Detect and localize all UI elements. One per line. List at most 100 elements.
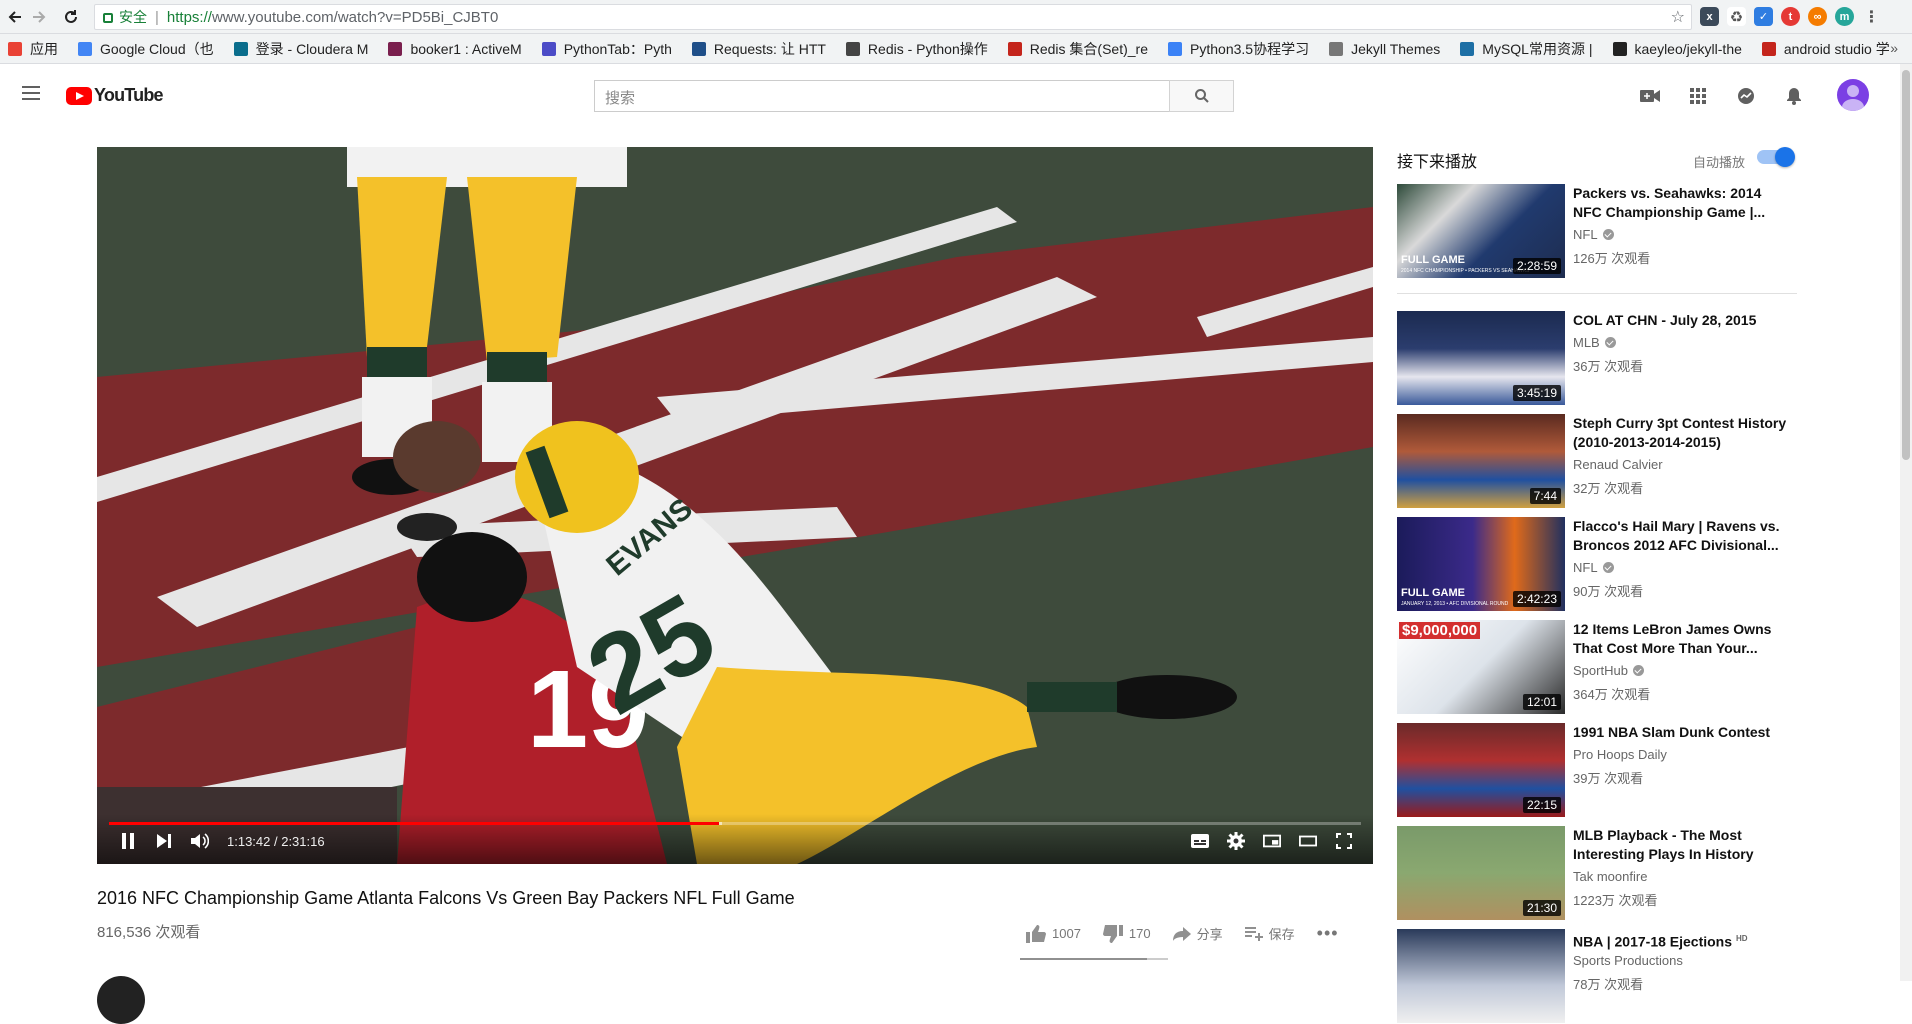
user-avatar[interactable]	[1837, 79, 1869, 111]
channel-name[interactable]: NFL	[1573, 560, 1614, 575]
channel-name[interactable]: MLB	[1573, 335, 1616, 350]
recommended-video[interactable]: FULL GAME 2014 NFC CHAMPIONSHIP • PACKERS…	[1397, 184, 1797, 278]
extension-recycle-icon[interactable]: ♻	[1727, 7, 1746, 26]
video-duration: 2:28:59	[1512, 258, 1561, 274]
notifications-bell-icon[interactable]	[1784, 86, 1804, 106]
time-current: 1:13:42	[227, 833, 271, 849]
apps-grid-icon	[8, 41, 22, 56]
recommended-video[interactable]: NBA | 2017-18 Ejections HD Sports Producti…	[1397, 929, 1797, 1023]
reload-icon[interactable]	[60, 6, 82, 28]
video-thumbnail[interactable]: FULL GAME JANUARY 12, 2013 • AFC DIVISION…	[1397, 517, 1565, 611]
bookmark-item[interactable]: Redis - Python操作	[845, 39, 988, 59]
more-actions-icon[interactable]: •••	[1317, 923, 1339, 944]
video-thumbnail[interactable]: 22:15	[1397, 723, 1565, 817]
bookmark-item[interactable]: Google Cloud（也	[78, 39, 214, 59]
progress-played	[109, 822, 719, 825]
page-scrollbar[interactable]	[1900, 64, 1912, 981]
bookmark-item[interactable]: booker1 : ActiveM	[388, 41, 522, 57]
extension-red-icon[interactable]: t	[1781, 7, 1800, 26]
forward-arrow-icon[interactable]	[28, 6, 50, 28]
channel-name[interactable]: SportHub	[1573, 663, 1644, 678]
video-thumbnail[interactable]: $9,000,000 12:01	[1397, 620, 1565, 714]
recommended-title[interactable]: Steph Curry 3pt Contest History (2010-20…	[1573, 414, 1788, 452]
view-count: 816,536 次观看	[97, 924, 201, 941]
bookmark-item[interactable]: android studio 学	[1761, 39, 1890, 59]
channel-avatar[interactable]	[97, 976, 145, 1024]
address-bar[interactable]: 安全 | https:// www.youtube.com/watch?v=PD…	[94, 4, 1692, 30]
recommended-title[interactable]: MLB Playback - The Most Interesting Play…	[1573, 826, 1788, 864]
recommended-title[interactable]: 1991 NBA Slam Dunk Contest	[1573, 723, 1788, 742]
video-thumbnail[interactable]	[1397, 929, 1565, 1023]
like-button[interactable]: 1007	[1026, 924, 1081, 943]
thumbs-up-icon	[1026, 924, 1046, 943]
video-thumbnail[interactable]: 21:30	[1397, 826, 1565, 920]
video-player[interactable]: 19 EVANS 25 1:13:42 / 2:31:16	[97, 147, 1373, 864]
channel-name[interactable]: Tak moonfire	[1573, 869, 1647, 884]
video-thumbnail[interactable]: FULL GAME 2014 NFC CHAMPIONSHIP • PACKERS…	[1397, 184, 1565, 278]
view-count: 32万 次观看	[1573, 481, 1644, 496]
bookmark-item[interactable]: Jekyll Themes	[1329, 41, 1440, 57]
video-frame: 19 EVANS 25	[97, 147, 1373, 864]
bookmark-favicon-icon	[541, 41, 556, 56]
menu-icon[interactable]	[22, 86, 40, 100]
url-separator: |	[155, 8, 159, 26]
share-button[interactable]: 分享	[1172, 924, 1223, 943]
bookmark-star-icon[interactable]: ☆	[1671, 7, 1685, 27]
save-button[interactable]: 保存	[1244, 924, 1295, 943]
volume-icon[interactable]	[191, 832, 209, 850]
progress-bar[interactable]	[109, 822, 1361, 825]
video-thumbnail[interactable]: 3:45:19	[1397, 311, 1565, 405]
extension-x-icon[interactable]: x	[1700, 7, 1719, 26]
channel-name[interactable]: Renaud Calvier	[1573, 457, 1663, 472]
recommended-video[interactable]: 7:44 Steph Curry 3pt Contest History (201…	[1397, 414, 1797, 508]
video-thumbnail[interactable]: 7:44	[1397, 414, 1565, 508]
bookmark-item[interactable]: Requests: 让 HTT	[691, 39, 826, 59]
recommended-title[interactable]: Packers vs. Seahawks: 2014 NFC Champions…	[1573, 184, 1788, 222]
recommended-title[interactable]: Flacco's Hail Mary | Ravens vs. Broncos …	[1573, 517, 1788, 555]
subtitles-icon[interactable]	[1191, 832, 1209, 850]
scrollbar-thumb[interactable]	[1902, 70, 1910, 460]
bookmarks-more-icon[interactable]: »	[1890, 40, 1898, 56]
channel-name[interactable]: Pro Hoops Daily	[1573, 747, 1667, 762]
bookmark-item[interactable]: 登录 - Cloudera M	[233, 39, 368, 59]
search-icon	[1194, 89, 1209, 103]
fullscreen-icon[interactable]	[1335, 832, 1353, 850]
autoplay-toggle[interactable]	[1757, 147, 1795, 167]
theater-mode-icon[interactable]	[1299, 832, 1317, 850]
extension-check-icon[interactable]: ✓	[1754, 7, 1773, 26]
pause-icon[interactable]	[119, 832, 137, 850]
recommended-title[interactable]: NBA | 2017-18 Ejections HD	[1573, 929, 1788, 952]
bookmark-item[interactable]: Python3.5协程学习	[1168, 39, 1309, 59]
channel-name[interactable]: Sports Productions	[1573, 953, 1683, 968]
channel-name[interactable]: NFL	[1573, 227, 1614, 242]
recommended-video[interactable]: FULL GAME JANUARY 12, 2013 • AFC DIVISION…	[1397, 517, 1797, 611]
bookmark-item[interactable]: PythonTab：Pyth	[541, 39, 672, 59]
bookmark-item[interactable]: MySQL常用资源 |	[1460, 39, 1593, 59]
recommended-video[interactable]: $9,000,000 12:01 12 Items LeBron James Own…	[1397, 620, 1797, 714]
dislike-button[interactable]: 170	[1102, 924, 1151, 943]
bookmark-favicon-icon	[1460, 41, 1475, 56]
settings-gear-icon[interactable]	[1227, 832, 1245, 850]
recommended-title[interactable]: 12 Items LeBron James Owns That Cost Mor…	[1573, 620, 1788, 658]
bookmark-item[interactable]: Redis 集合(Set)_re	[1007, 39, 1148, 59]
apps-grid-icon[interactable]	[1688, 86, 1708, 106]
extension-icons: x ♻ ✓ t ∞ m ⋮	[1700, 7, 1881, 26]
back-arrow-icon[interactable]	[4, 6, 26, 28]
recommended-video[interactable]: 3:45:19 COL AT CHN - July 28, 2015 MLB 36万 …	[1397, 311, 1797, 405]
bookmark-item[interactable]: kaeyleo/jekyll-the	[1612, 41, 1742, 57]
lock-icon	[103, 13, 113, 23]
extension-orange-icon[interactable]: ∞	[1808, 7, 1827, 26]
youtube-logo[interactable]: YouTube	[66, 85, 164, 106]
bookmark-item[interactable]: 应用	[8, 39, 58, 59]
recommended-title[interactable]: COL AT CHN - July 28, 2015	[1573, 311, 1788, 330]
messages-icon[interactable]	[1736, 86, 1756, 106]
search-button[interactable]	[1169, 80, 1234, 112]
extension-m-icon[interactable]: m	[1835, 7, 1854, 26]
browser-menu-icon[interactable]: ⋮	[1862, 7, 1881, 26]
next-video-icon[interactable]	[155, 832, 173, 850]
recommended-video[interactable]: 21:30 MLB Playback - The Most Interesting…	[1397, 826, 1797, 920]
upload-video-icon[interactable]	[1640, 86, 1660, 106]
search-input[interactable]: 搜索	[594, 80, 1169, 112]
miniplayer-icon[interactable]	[1263, 832, 1281, 850]
recommended-video[interactable]: 22:15 1991 NBA Slam Dunk Contest Pro Hoops…	[1397, 723, 1797, 817]
